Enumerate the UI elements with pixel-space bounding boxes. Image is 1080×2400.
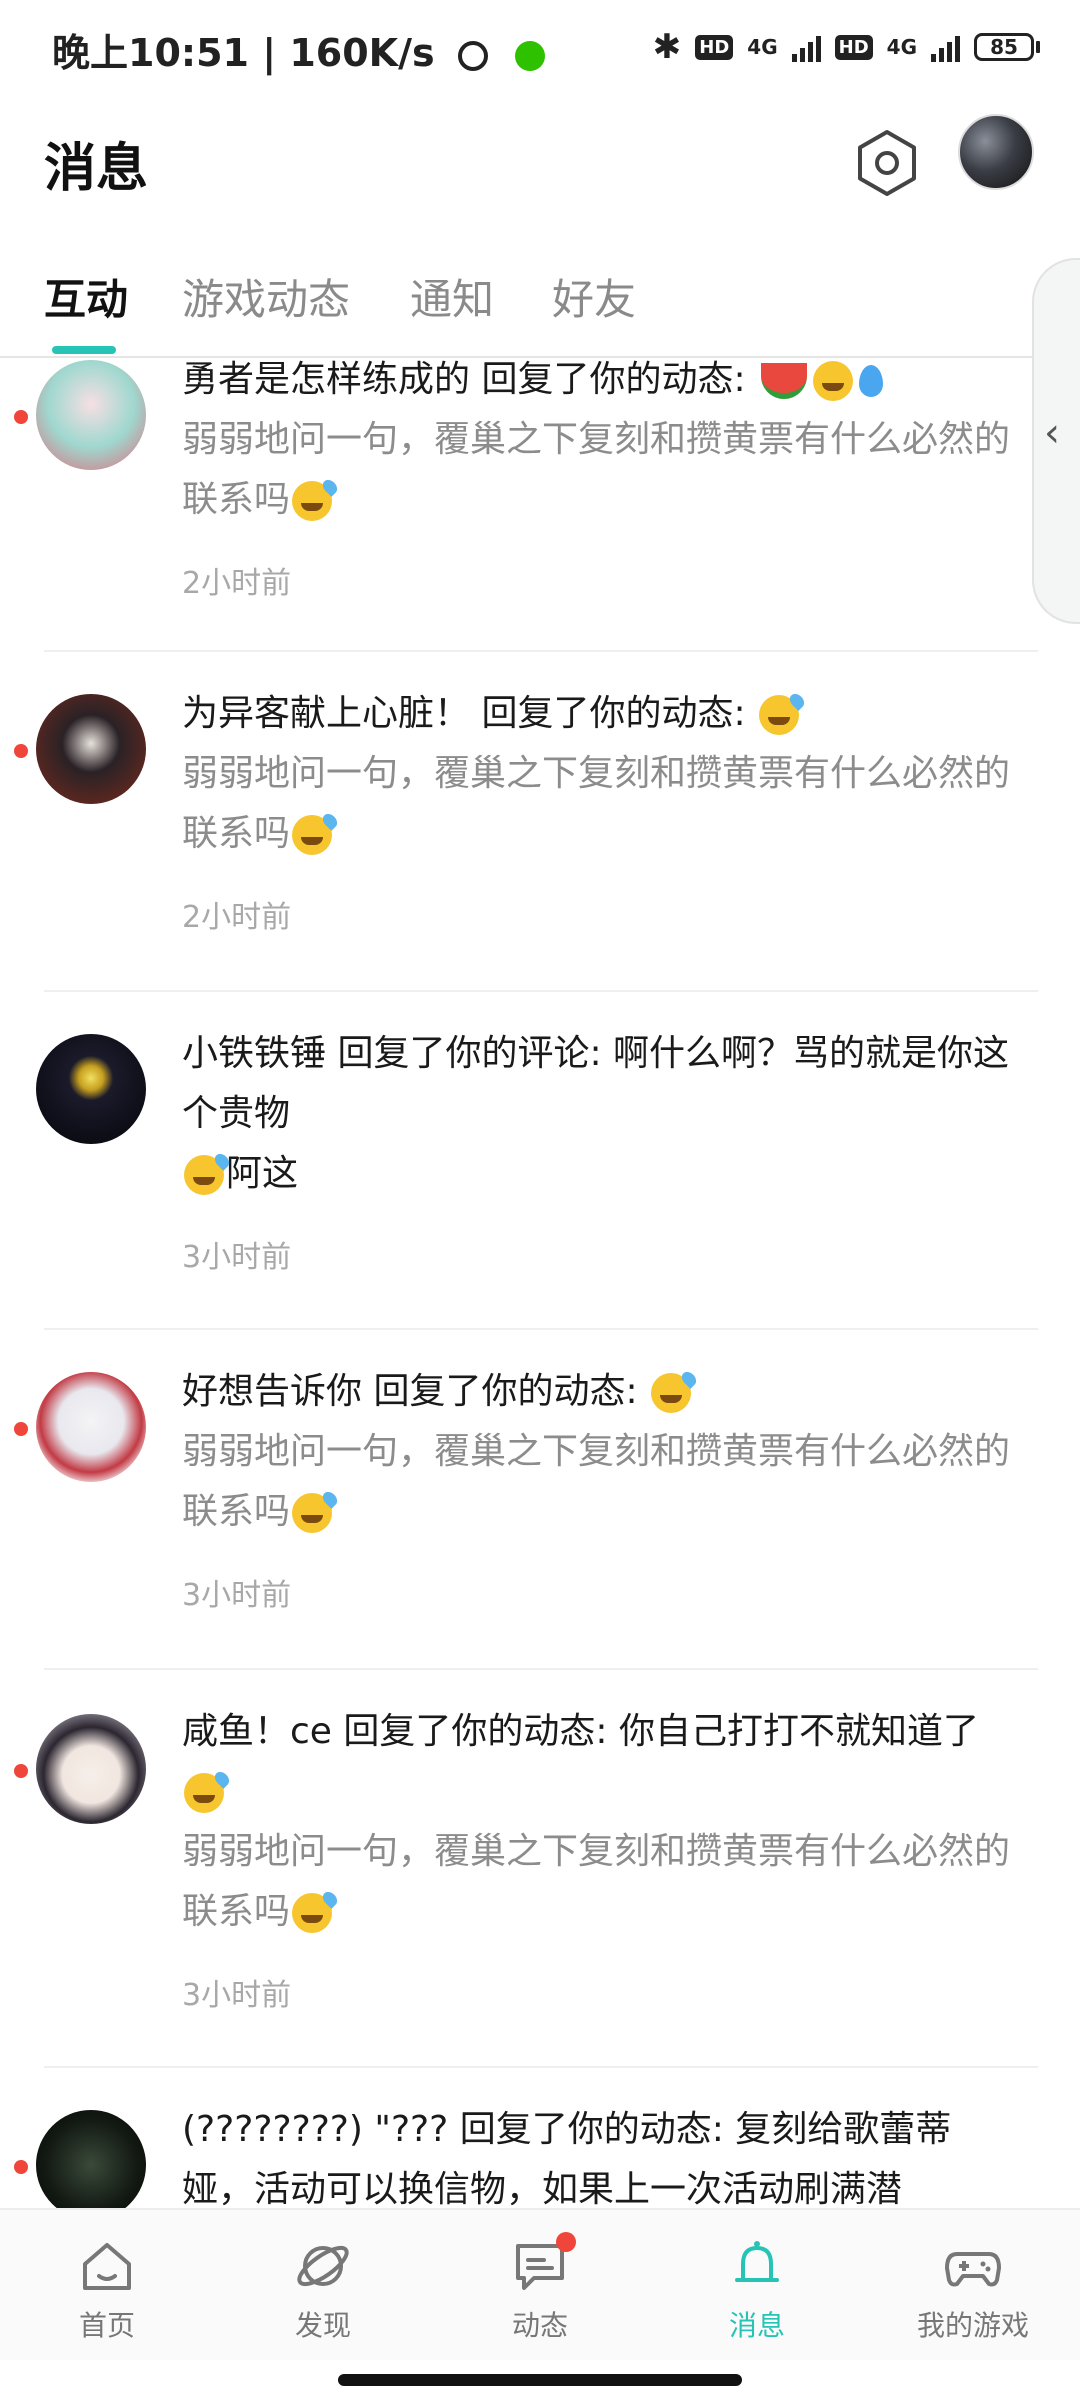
planet-icon xyxy=(293,2236,353,2296)
avatar[interactable] xyxy=(36,2110,146,2208)
message-headline: 勇者是怎样练成的 回复了你的动态: xyxy=(182,359,758,400)
signal-icon-1 xyxy=(791,32,821,62)
divider xyxy=(44,1328,1038,1330)
avatar[interactable] xyxy=(36,694,146,804)
unread-dot xyxy=(14,744,28,758)
nav-my-games[interactable]: 我的游戏 xyxy=(888,2236,1058,2344)
nav-feed[interactable]: 动态 xyxy=(455,2232,625,2344)
alarm-icon xyxy=(457,40,488,71)
battery-level: 85 xyxy=(974,33,1034,61)
network-speed: 160K/s xyxy=(289,31,435,75)
network-type-2: 4G xyxy=(886,35,917,59)
avatar[interactable] xyxy=(36,1372,146,1482)
unread-dot xyxy=(14,410,28,424)
settings-button[interactable] xyxy=(852,128,922,198)
unread-dot xyxy=(14,1764,28,1778)
home-indicator[interactable] xyxy=(338,2374,742,2386)
nav-messages[interactable]: 消息 xyxy=(672,2236,842,2344)
clock: 晚上10:51 xyxy=(52,31,249,75)
status-bar: 晚上10:51 | 160K/s ✱ HD 4G HD 4G 85 xyxy=(0,0,1080,96)
avatar[interactable] xyxy=(36,1714,146,1824)
timestamp: 2小时前 xyxy=(182,900,292,935)
sweat-smile-emoji-icon xyxy=(184,1155,224,1195)
gamepad-icon xyxy=(943,2236,1003,2296)
status-right: ✱ HD 4G HD 4G 85 xyxy=(653,24,1040,70)
divider xyxy=(44,650,1038,652)
settings-icon xyxy=(858,130,916,196)
signal-icon-2 xyxy=(931,32,960,62)
nav-discover[interactable]: 发现 xyxy=(238,2236,408,2344)
message-headline: 为异客献上心脏！ 回复了你的动态: xyxy=(182,693,758,734)
tab-notifications[interactable]: 通知 xyxy=(410,266,494,327)
divider xyxy=(44,990,1038,992)
sweat-smile-emoji-icon xyxy=(292,1893,333,1933)
message-list[interactable]: 勇者是怎样练成的 回复了你的动态: 弱弱地问一句，覆巢之下复刻和攒黄票有什么必然… xyxy=(0,358,1040,2208)
divider xyxy=(44,2066,1038,2068)
tab-game-updates[interactable]: 游戏动态 xyxy=(182,266,350,327)
droplet-emoji-icon xyxy=(859,365,884,397)
grin-emoji-icon xyxy=(813,361,854,401)
chevron-left-icon: ‹ xyxy=(1044,410,1060,456)
timestamp: 3小时前 xyxy=(182,1578,292,1613)
side-drawer-handle[interactable]: ‹ xyxy=(1032,258,1080,624)
network-type-1: 4G xyxy=(747,35,778,59)
status-left: 晚上10:51 | 160K/s xyxy=(52,22,546,77)
header: 消息 xyxy=(0,100,1080,220)
user-avatar[interactable] xyxy=(958,114,1034,190)
sweat-smile-emoji-icon xyxy=(759,695,800,735)
sweat-smile-emoji-icon xyxy=(184,1773,224,1813)
timestamp: 3小时前 xyxy=(182,1978,292,2013)
sweat-smile-emoji-icon xyxy=(292,815,333,855)
active-tab-indicator xyxy=(52,346,116,354)
nav-badge xyxy=(556,2232,576,2252)
nav-home[interactable]: 首页 xyxy=(22,2236,192,2344)
bottom-nav: 首页 发现 动态 消息 我的游戏 xyxy=(0,2208,1080,2360)
sweat-smile-emoji-icon xyxy=(292,1493,333,1533)
tab-interaction[interactable]: 互动 xyxy=(44,266,128,327)
sweat-smile-emoji-icon xyxy=(651,1373,692,1413)
hd-badge-1: HD xyxy=(695,34,734,60)
home-icon xyxy=(77,2236,137,2296)
unread-dot xyxy=(14,2160,28,2174)
message-headline: 好想告诉你 回复了你的动态: xyxy=(182,1371,650,1412)
message-tabs: 互动 游戏动态 通知 好友 xyxy=(0,258,1080,358)
bluetooth-icon: ✱ xyxy=(652,27,682,67)
wechat-icon xyxy=(515,40,546,71)
battery-icon: 85 xyxy=(974,33,1040,61)
message-headline: 咸鱼！ce 回复了你的动态: 你自己打打不就知道了 xyxy=(182,1711,979,1752)
timestamp: 2小时前 xyxy=(182,566,292,601)
page-title: 消息 xyxy=(44,139,149,199)
avatar[interactable] xyxy=(36,1034,146,1144)
hd-badge-2: HD xyxy=(834,34,873,60)
divider xyxy=(44,1668,1038,1670)
message-headline: (????????) "??? 回复了你的动态: 复刻给歌蕾蒂娅，活动可以换信物… xyxy=(182,2109,952,2208)
unread-dot xyxy=(14,1422,28,1436)
bell-icon xyxy=(727,2236,787,2296)
timestamp: 3小时前 xyxy=(182,1240,292,1275)
avatar[interactable] xyxy=(36,360,146,470)
message-headline: 小铁铁锤 回复了你的评论: 啊什么啊？骂的就是你这个贵物 xyxy=(182,1033,1010,1134)
tab-friends[interactable]: 好友 xyxy=(552,266,636,327)
chat-icon xyxy=(510,2232,576,2296)
sweat-smile-emoji-icon xyxy=(292,481,333,521)
watermelon-emoji-icon xyxy=(761,363,808,399)
reply-text: 阿这 xyxy=(226,1153,299,1194)
